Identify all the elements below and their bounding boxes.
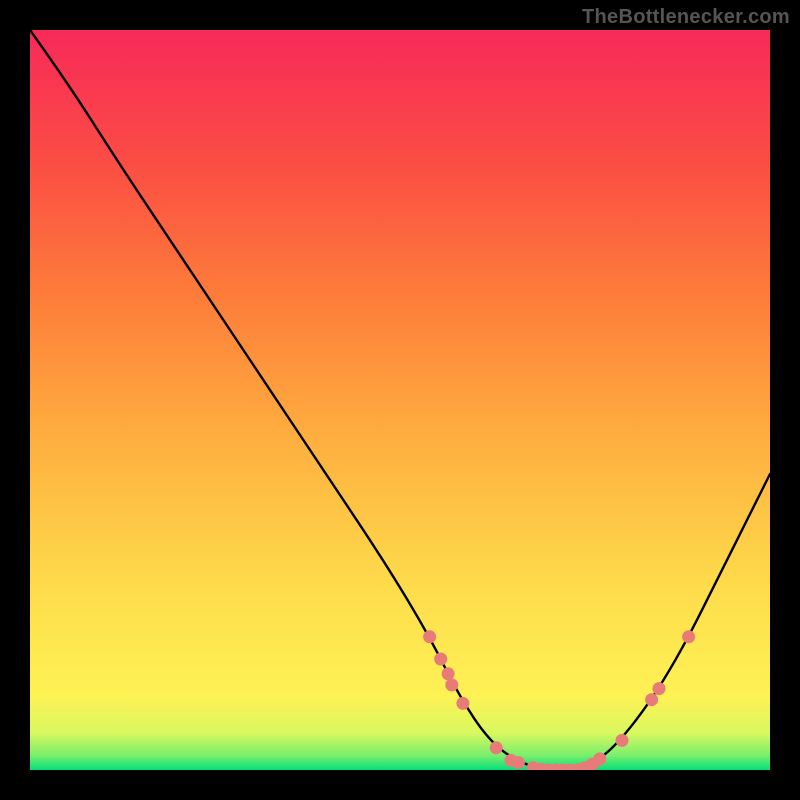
chart-frame: TheBottlenecker.com	[0, 0, 800, 800]
curve-layer	[30, 30, 770, 770]
plot-area	[30, 30, 770, 770]
data-marker	[593, 752, 606, 765]
data-marker	[423, 630, 436, 643]
data-marker	[456, 697, 469, 710]
bottleneck-curve	[30, 30, 770, 770]
data-marker	[434, 653, 447, 666]
data-marker	[512, 756, 525, 769]
data-marker	[442, 667, 455, 680]
data-marker	[616, 734, 629, 747]
data-marker	[490, 741, 503, 754]
source-label: TheBottlenecker.com	[582, 6, 790, 29]
data-marker	[682, 630, 695, 643]
data-marker	[645, 693, 658, 706]
data-marker	[445, 678, 458, 691]
data-marker	[653, 682, 666, 695]
